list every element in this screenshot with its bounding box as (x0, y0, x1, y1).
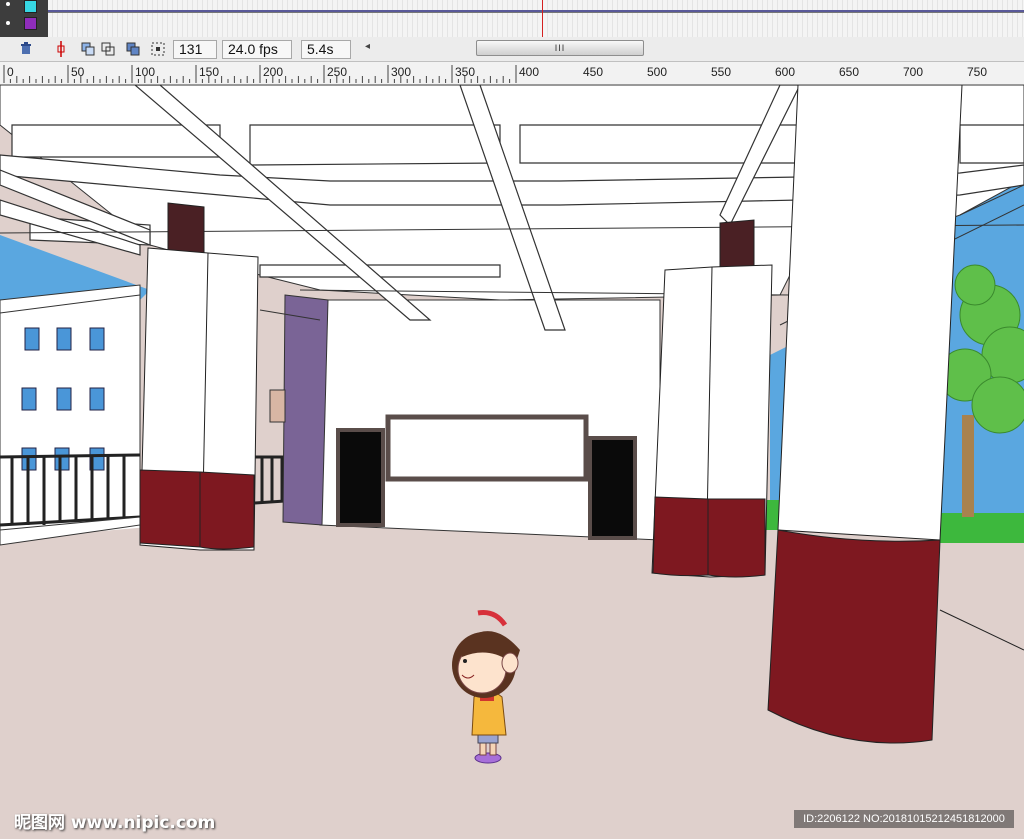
trash-icon[interactable] (18, 41, 34, 57)
purple-side-wall (282, 294, 329, 526)
ruler-ticks: 0 50 100 150 200 250 300 350 400 450 500 550 600 650 7… (3, 65, 987, 83)
left-building (0, 284, 141, 541)
frame-grid[interactable] (48, 0, 1024, 37)
modify-onion-markers-icon[interactable] (150, 41, 166, 57)
ruler-label: 250 (327, 65, 347, 79)
ruler-label: 650 (839, 65, 859, 79)
right-pillar-cap (719, 219, 755, 271)
ruler-label: 0 (7, 65, 14, 79)
tree-trunk (962, 415, 974, 517)
image-id-watermark: ID:2206122 NO:20181015212451812000 (794, 810, 1014, 828)
playhead[interactable] (542, 0, 543, 37)
stage-canvas[interactable] (0, 85, 1024, 839)
edit-multiple-frames-icon[interactable] (125, 41, 141, 57)
ruler-label: 200 (263, 65, 283, 79)
elapsed-time-field[interactable]: 5.4s (301, 40, 351, 59)
ruler-label: 150 (199, 65, 219, 79)
center-frame-icon[interactable] (53, 41, 69, 57)
layer-visibility-dot[interactable] (6, 21, 10, 25)
door-left (336, 428, 385, 527)
timeline-scroll-thumb[interactable]: III (476, 40, 644, 56)
ruler-label: 50 (71, 65, 85, 79)
onion-skin-outlines-icon[interactable] (100, 41, 116, 57)
door-right (588, 436, 637, 540)
building-windows (21, 327, 105, 471)
scroll-left-arrow-icon[interactable]: ◂ (365, 41, 370, 52)
near-pillar (777, 85, 963, 541)
timeline-toolbar: 131 24.0 fps 5.4s ◂ III (0, 37, 1024, 62)
left-pillar-cap (167, 202, 205, 254)
layer-color-swatch-1[interactable] (24, 0, 37, 13)
ruler-label: 100 (135, 65, 155, 79)
frame-row-1[interactable] (48, 0, 1024, 12)
horizontal-ruler: 0 50 100 150 200 250 300 350 400 450 500 550 600 650 7… (0, 62, 1024, 85)
layer-list (0, 0, 48, 37)
frame-rate-field[interactable]: 24.0 fps (222, 40, 292, 59)
layer-color-swatch-2[interactable] (24, 17, 37, 30)
ruler-label: 400 (519, 65, 539, 79)
frame-row-2[interactable] (48, 12, 1024, 37)
ruler-label: 700 (903, 65, 923, 79)
ruler-label: 300 (391, 65, 411, 79)
ruler-label: 600 (775, 65, 795, 79)
layer-visibility-dot[interactable] (6, 2, 10, 6)
scene-artwork (0, 85, 1024, 839)
site-watermark: 昵图网 www.nipic.com (14, 813, 216, 833)
ruler-label: 750 (967, 65, 987, 79)
wall-sign (385, 414, 589, 482)
onion-skin-icon[interactable] (80, 41, 96, 57)
ruler-label: 450 (583, 65, 603, 79)
timeline-panel (0, 0, 1024, 38)
grass-strip (940, 513, 1024, 543)
near-pillar-base (767, 529, 941, 744)
right-pillar-base (652, 496, 766, 578)
ruler-label: 350 (455, 65, 475, 79)
current-frame-field[interactable]: 131 (173, 40, 217, 59)
left-pillar-base (139, 469, 255, 550)
ruler-label: 500 (647, 65, 667, 79)
ruler-label: 550 (711, 65, 731, 79)
